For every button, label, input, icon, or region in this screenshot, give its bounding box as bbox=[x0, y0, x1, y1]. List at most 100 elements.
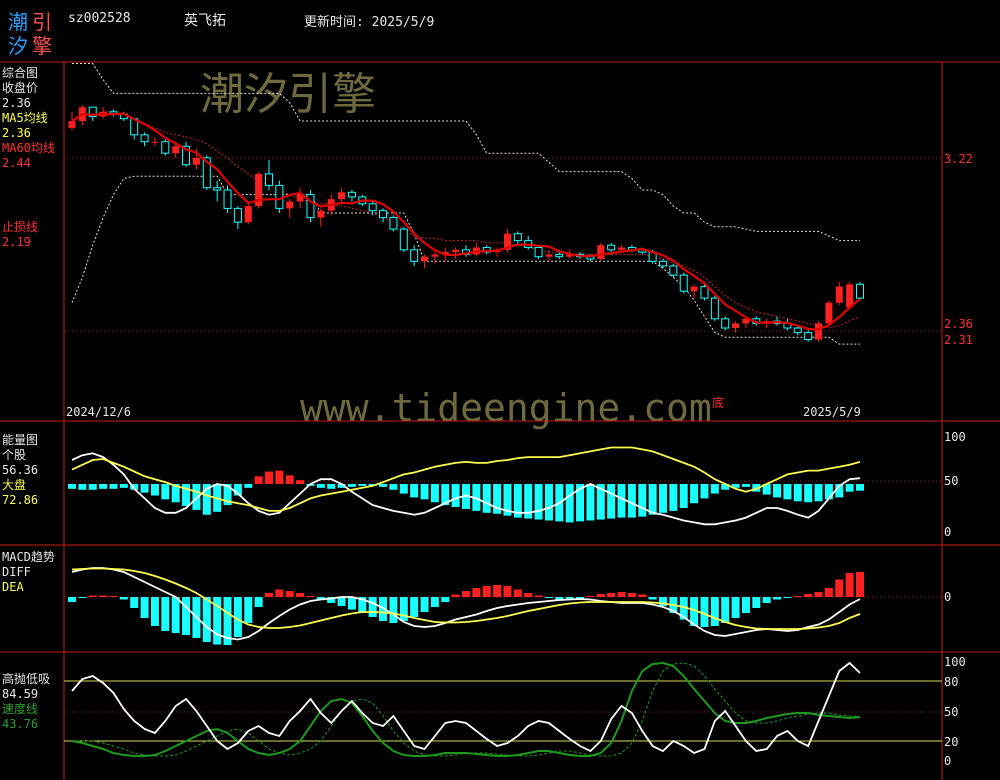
candle-body bbox=[534, 247, 543, 258]
energy-bar bbox=[379, 484, 388, 487]
candle-body bbox=[399, 228, 408, 251]
candle-body bbox=[68, 121, 76, 128]
macd-bar bbox=[534, 595, 543, 597]
macd-bar bbox=[161, 597, 170, 631]
energy-bar bbox=[856, 484, 864, 491]
energy-bar bbox=[690, 484, 699, 504]
energy-layer bbox=[68, 446, 864, 526]
candle-body bbox=[690, 286, 698, 292]
macd-bar bbox=[503, 586, 512, 597]
y-tick: 50 bbox=[944, 705, 959, 719]
macd-bar bbox=[109, 596, 118, 597]
candle-body bbox=[793, 327, 802, 334]
speed-value: 43.76 bbox=[2, 717, 39, 731]
macd-bar bbox=[856, 572, 864, 597]
candle-body bbox=[286, 201, 294, 209]
candle-body bbox=[140, 134, 149, 143]
macd-bar bbox=[140, 597, 149, 618]
y-tick: 3.22 bbox=[944, 152, 973, 166]
y-tick: 100 bbox=[944, 430, 966, 444]
candle-body bbox=[347, 191, 356, 198]
energy-bar bbox=[109, 484, 118, 489]
energy-bar bbox=[669, 484, 678, 511]
macd-bar bbox=[275, 589, 284, 597]
energy-bar bbox=[410, 484, 419, 498]
ma5-label: MA5均线 bbox=[2, 111, 48, 125]
speed-label: 速度线 bbox=[2, 702, 39, 716]
main-candles-layer bbox=[68, 63, 864, 345]
dea-label: DEA bbox=[2, 580, 24, 594]
macd-bar bbox=[835, 579, 844, 597]
macd-bar bbox=[638, 594, 647, 597]
energy-bar bbox=[773, 484, 782, 498]
y-tick: 80 bbox=[944, 675, 959, 689]
macd-bar bbox=[430, 597, 439, 607]
energy-bar bbox=[638, 484, 647, 517]
energy-bar bbox=[399, 484, 408, 494]
macd-bar bbox=[347, 597, 356, 610]
candle-body bbox=[700, 286, 709, 299]
energy-bar bbox=[119, 484, 128, 488]
macd-bar bbox=[68, 597, 76, 602]
energy-bar bbox=[88, 484, 97, 490]
candle-body bbox=[513, 233, 522, 242]
macd-layer bbox=[68, 567, 864, 645]
energy-bar bbox=[389, 484, 398, 490]
macd-bar bbox=[493, 585, 502, 597]
energy-bar bbox=[783, 484, 792, 500]
energy-bar bbox=[451, 484, 460, 508]
macd-bar bbox=[648, 597, 657, 600]
macd-bar bbox=[752, 597, 761, 608]
stock-energy-label: 个股 bbox=[2, 448, 27, 462]
energy-bar bbox=[347, 484, 356, 487]
y-tick: 0 bbox=[944, 590, 952, 604]
energy-bar bbox=[741, 484, 750, 487]
energy-bar bbox=[659, 484, 667, 513]
y-tick: 50 bbox=[944, 474, 959, 488]
macd-bar bbox=[710, 597, 719, 626]
energy-bar bbox=[68, 484, 76, 489]
ma60-dashed-line bbox=[71, 111, 861, 329]
stop-legend: 止损线 2.19 bbox=[2, 220, 38, 250]
diff-line bbox=[71, 567, 861, 641]
energy-bar bbox=[482, 484, 491, 513]
energy-bar bbox=[316, 484, 325, 488]
energy-bar bbox=[150, 484, 159, 496]
energy-bar bbox=[285, 475, 294, 484]
macd-bar bbox=[254, 597, 263, 607]
candle-body bbox=[244, 206, 252, 223]
ma5-value: 2.36 bbox=[2, 126, 31, 140]
macd-bar bbox=[773, 597, 782, 600]
macd-bar bbox=[451, 594, 460, 597]
stop-value: 2.19 bbox=[2, 235, 31, 249]
stop-label: 止损线 bbox=[2, 220, 39, 234]
macd-bar bbox=[389, 597, 398, 623]
y-tick: 0 bbox=[944, 754, 952, 768]
energy-bar bbox=[327, 484, 336, 489]
macd-bar bbox=[596, 594, 605, 597]
macd-bar bbox=[804, 594, 813, 597]
panel-frames bbox=[0, 61, 1000, 780]
energy-bar bbox=[275, 470, 284, 484]
chart-canvas bbox=[0, 61, 1000, 780]
candle-body bbox=[338, 192, 346, 200]
energy-bar bbox=[140, 484, 149, 493]
energy-bar bbox=[565, 484, 574, 523]
candle-body bbox=[545, 254, 553, 257]
macd-bar bbox=[462, 591, 470, 597]
candle-body bbox=[161, 141, 170, 154]
upper-band-line bbox=[72, 63, 860, 242]
macd-bar bbox=[482, 586, 491, 597]
candle-body bbox=[317, 210, 325, 218]
candle-body bbox=[804, 332, 813, 341]
macd-bar bbox=[731, 597, 740, 618]
hilo-legend: 高抛低吸 84.59 速度线 43.76 bbox=[2, 672, 50, 732]
macd-bar bbox=[285, 591, 294, 597]
macd-bar bbox=[472, 588, 481, 597]
candle-body bbox=[669, 265, 678, 276]
candle-body bbox=[421, 256, 429, 262]
energy-bar bbox=[99, 484, 108, 489]
candle-body bbox=[732, 323, 740, 328]
candle-body bbox=[410, 249, 419, 262]
macd-bar bbox=[265, 593, 273, 597]
